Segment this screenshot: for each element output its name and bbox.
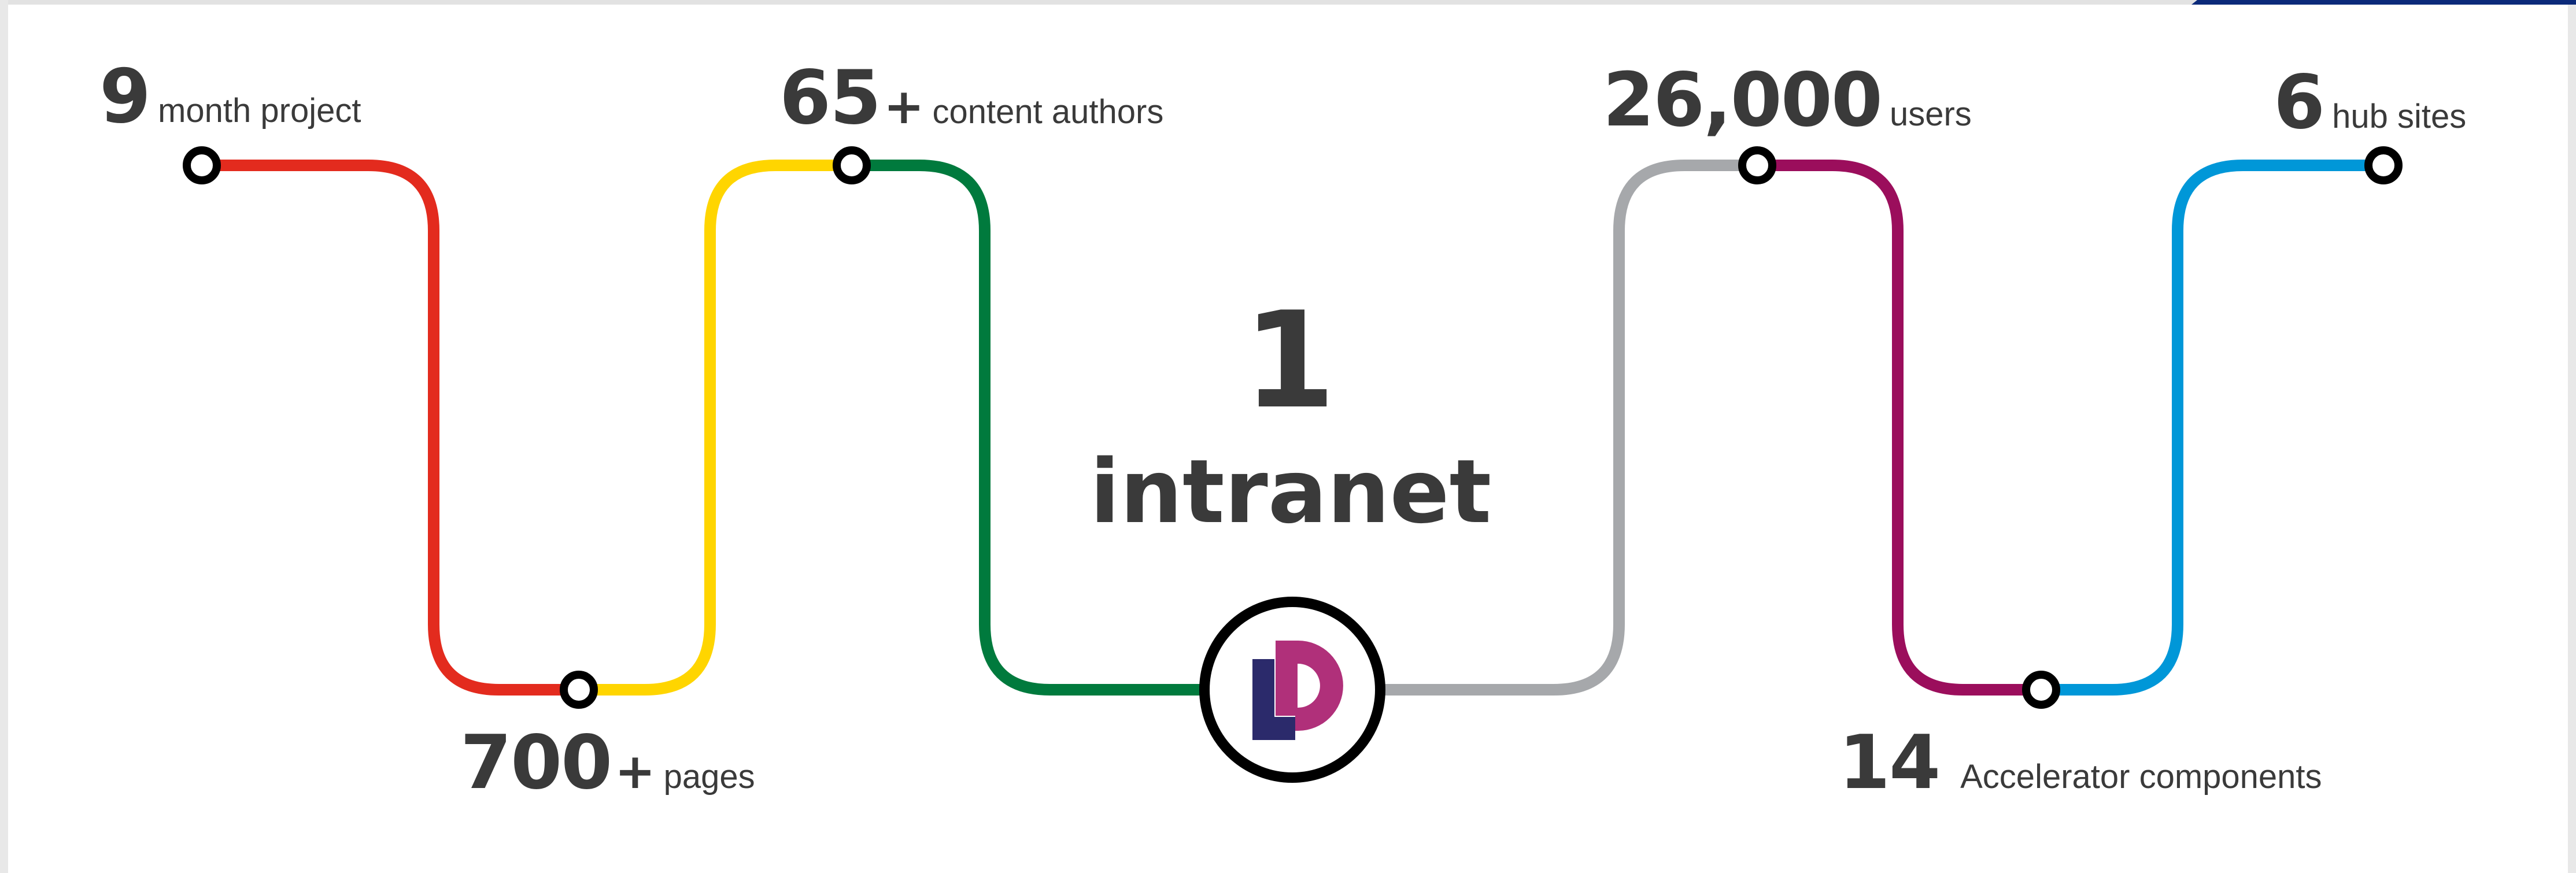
route-line-yellow (579, 160, 852, 696)
stat-pages: 700+ pages (460, 726, 755, 800)
stat-components-number: 14 (1839, 720, 1941, 806)
stat-months-label: month project (158, 92, 361, 130)
station-authors (833, 146, 871, 184)
stat-authors-label: content authors (932, 93, 1164, 131)
stat-components: 14 Accelerator components (1839, 726, 2322, 800)
corner-accent (2191, 0, 2576, 5)
stat-users-label: users (1889, 95, 1972, 133)
stat-users: 26,000 users (1603, 64, 1972, 138)
station-months (183, 146, 221, 184)
stat-components-label: Accelerator components (1960, 758, 2322, 796)
route-line-green (852, 160, 1204, 696)
route-line-grey (1380, 160, 1757, 696)
station-users (1738, 146, 1776, 184)
station-hubs (2364, 146, 2403, 184)
stat-authors: 65+ content authors (779, 61, 1163, 135)
stat-hubs-number: 6 (2274, 60, 2325, 146)
right-border (2568, 0, 2576, 873)
stat-users-number: 26,000 (1603, 57, 1883, 143)
route-line-red (202, 160, 579, 696)
headline-number: 1 (1243, 284, 1336, 438)
stat-months: 9 month project (99, 60, 361, 134)
stat-months-number: 9 (99, 54, 151, 140)
top-border (0, 0, 2576, 5)
stat-hubs: 6 hub sites (2274, 66, 2466, 140)
stat-authors-number: 65 (779, 55, 881, 141)
headline-word: intranet (1089, 441, 1492, 543)
stat-authors-suffix: + (884, 78, 925, 135)
logo-hub (1199, 597, 1385, 783)
stat-pages-number: 700 (460, 720, 612, 806)
infographic: 9 month project 700+ pages 65+ content auth… (0, 0, 2576, 873)
left-border (0, 0, 8, 873)
route-line-magenta (1757, 160, 2041, 696)
route-line-blue (2041, 160, 2383, 696)
station-pages (560, 671, 598, 709)
station-components (2022, 671, 2060, 709)
stat-hubs-label: hub sites (2332, 98, 2467, 135)
stat-pages-label: pages (663, 758, 755, 796)
stat-pages-suffix: + (615, 743, 656, 800)
